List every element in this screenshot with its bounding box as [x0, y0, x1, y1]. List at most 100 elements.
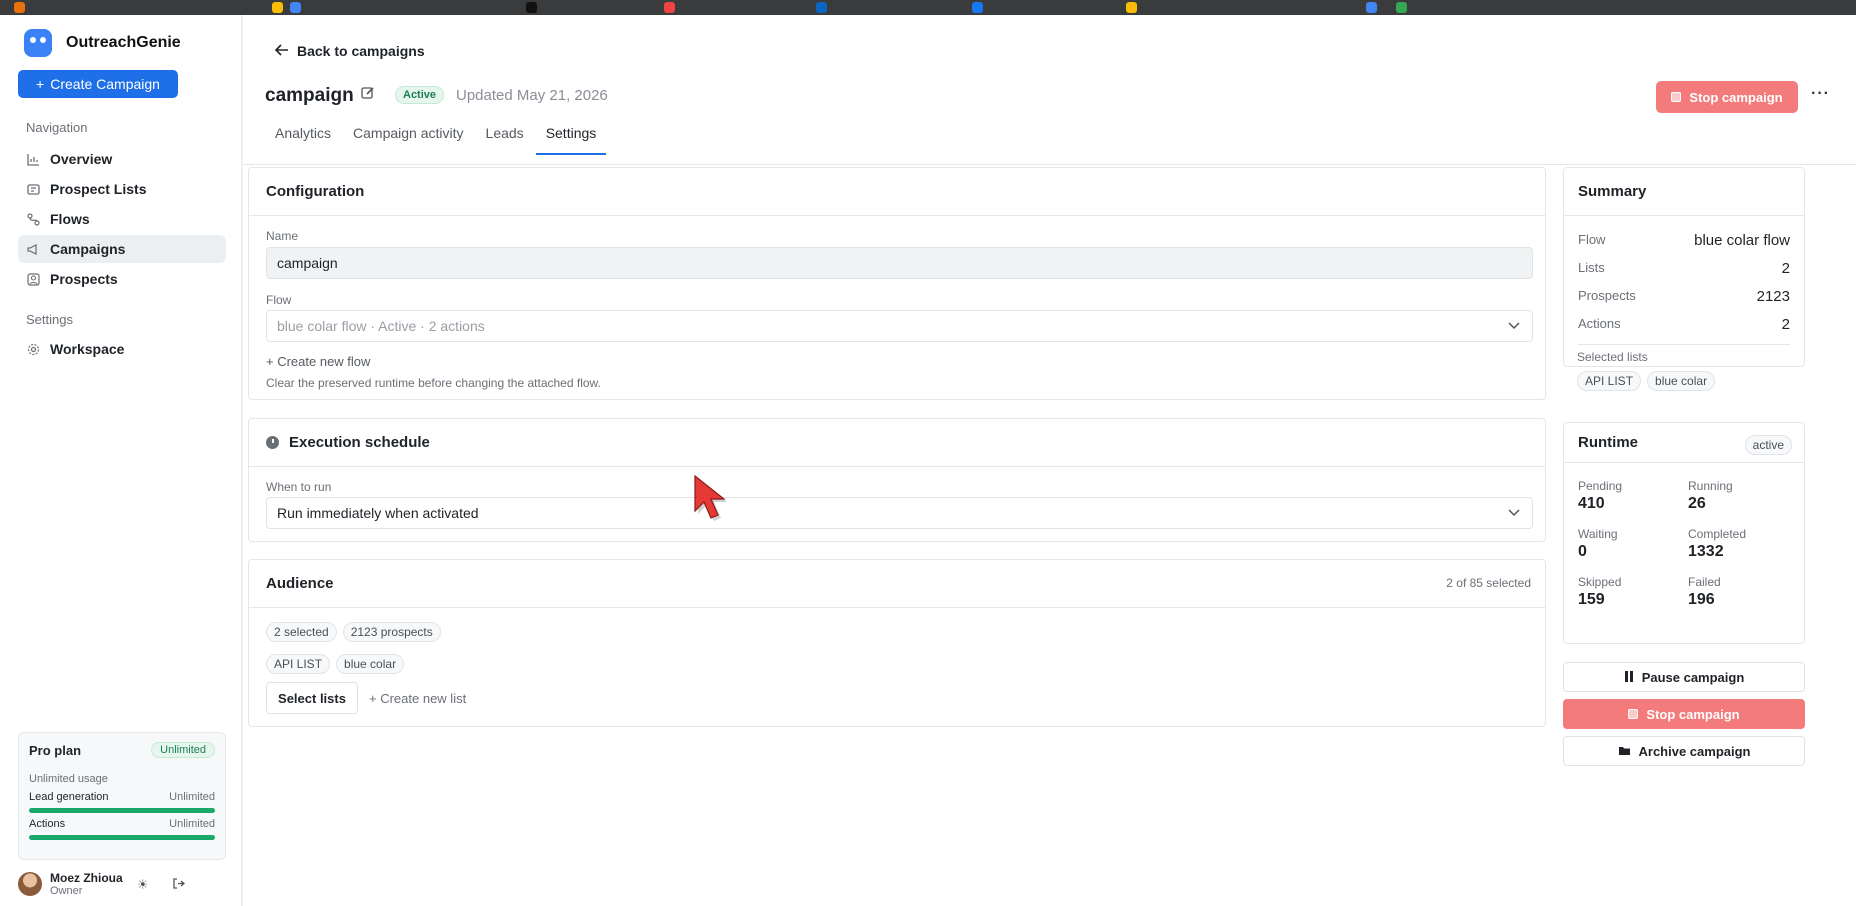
summary-value: blue colar flow — [1694, 232, 1790, 249]
brand[interactable]: OutreachGenie — [24, 29, 181, 57]
more-options-icon[interactable]: ··· — [1811, 85, 1830, 103]
brand-name: OutreachGenie — [66, 34, 181, 51]
plan-row-label: Lead generation — [29, 791, 109, 803]
chevron-down-icon — [1508, 506, 1520, 520]
lead-generation-fill — [29, 808, 215, 813]
edit-icon[interactable] — [361, 86, 375, 103]
audience-card: Audience 2 of 85 selected 2 selected 212… — [248, 559, 1546, 727]
plan-row-actions: Actions Unlimited — [29, 818, 215, 830]
list-chip: blue colar — [1647, 371, 1716, 391]
stop-icon — [1628, 709, 1639, 719]
execution-schedule-title: Execution schedule — [289, 434, 430, 451]
actions-bar — [29, 835, 215, 840]
sidebar-item-label: Prospects — [50, 271, 118, 287]
plan-row-label: Actions — [29, 818, 66, 830]
back-to-campaigns-link[interactable]: Back to campaigns — [274, 43, 425, 59]
archive-campaign-button[interactable]: Archive campaign — [1563, 736, 1805, 766]
sidebar-item-label: Overview — [50, 151, 113, 167]
bookmark-icon[interactable] — [290, 2, 301, 13]
bookmark-icon[interactable] — [664, 2, 675, 13]
nav-heading: Navigation — [26, 120, 88, 135]
tabs-divider — [243, 164, 1856, 165]
back-label: Back to campaigns — [297, 43, 425, 59]
sidebar-item-workspace[interactable]: Workspace — [18, 335, 226, 363]
tab-campaign-activity[interactable]: Campaign activity — [343, 125, 474, 155]
list-chip: API LIST — [1577, 371, 1642, 391]
tab-leads[interactable]: Leads — [476, 125, 534, 155]
when-to-run-select[interactable]: Run immediately when activated — [266, 497, 1533, 529]
sidebar-item-prospects[interactable]: Prospects — [18, 265, 226, 293]
runtime-stat-pending: Pending 410 — [1578, 479, 1622, 513]
bookmark-icon[interactable] — [816, 2, 827, 13]
selected-lists-label: Selected lists — [1577, 350, 1648, 364]
runtime-stat-running: Running 26 — [1688, 479, 1733, 513]
flow-hint: Clear the preserved runtime before chang… — [266, 376, 601, 390]
lead-generation-bar — [29, 808, 215, 813]
sidebar-item-campaigns[interactable]: Campaigns — [18, 235, 226, 263]
summary-title: Summary — [1564, 168, 1804, 216]
chevron-down-icon — [1508, 319, 1520, 333]
sidebar-item-prospect-lists[interactable]: Prospect Lists — [18, 175, 226, 203]
summary-value: 2 — [1781, 316, 1790, 333]
stop-campaign-button[interactable]: Stop campaign — [1656, 81, 1798, 113]
summary-label: Actions — [1578, 316, 1621, 331]
logout-icon[interactable] — [172, 877, 186, 893]
folder-icon — [1618, 744, 1631, 759]
user-name: Moez Zhioua — [50, 871, 123, 885]
runtime-stat-waiting: Waiting 0 — [1578, 527, 1618, 561]
execution-schedule-header: Execution schedule — [249, 419, 1545, 467]
theme-toggle-icon[interactable]: ☀ — [137, 877, 149, 893]
flow-select[interactable]: blue colar flow · Active · 2 actions — [266, 310, 1533, 342]
summary-row-actions: Actions 2 — [1578, 316, 1790, 333]
genie-logo-icon — [24, 29, 52, 57]
stop-campaign-label: Stop campaign — [1689, 89, 1783, 105]
create-flow-label: Create new flow — [277, 354, 371, 369]
summary-row-lists: Lists 2 — [1578, 260, 1790, 277]
list-chip: blue colar — [336, 654, 405, 674]
plan-badge: Unlimited — [151, 742, 215, 758]
runtime-stat-completed: Completed 1332 — [1688, 527, 1746, 561]
bookmark-icon[interactable] — [1396, 2, 1407, 13]
bookmark-icon[interactable] — [972, 2, 983, 13]
avatar — [18, 872, 42, 896]
stop-icon — [1671, 92, 1682, 102]
page-title: campaign — [265, 85, 354, 106]
select-lists-button[interactable]: Select lists — [266, 682, 358, 714]
runtime-stat-skipped: Skipped 159 — [1578, 575, 1621, 609]
summary-value: 2 — [1781, 260, 1790, 277]
pause-campaign-button[interactable]: Pause campaign — [1563, 662, 1805, 692]
user-profile[interactable]: Moez Zhioua Owner — [18, 871, 123, 897]
gear-icon — [26, 342, 40, 356]
name-input[interactable]: campaign — [266, 247, 1533, 279]
runtime-card: Runtime active Pending 410 Running 26 Wa… — [1563, 422, 1805, 644]
summary-value: 2123 — [1756, 288, 1790, 305]
audience-list-chips: API LIST blue colar — [266, 654, 405, 674]
configuration-title: Configuration — [249, 168, 1545, 216]
stop-campaign-side-button[interactable]: Stop campaign — [1563, 699, 1805, 729]
sidebar-item-label: Workspace — [50, 341, 125, 357]
bookmark-icon[interactable] — [14, 2, 25, 13]
bookmark-icon[interactable] — [1366, 2, 1377, 13]
when-to-run-value: Run immediately when activated — [277, 505, 479, 521]
bookmark-icon[interactable] — [526, 2, 537, 13]
create-new-flow-link[interactable]: + Create new flow — [266, 354, 370, 369]
plan-row-lead-generation: Lead generation Unlimited — [29, 791, 215, 803]
stat-value: 0 — [1578, 543, 1587, 560]
create-campaign-button[interactable]: + Create Campaign — [18, 70, 178, 98]
selected-chip: 2 selected — [266, 622, 337, 642]
bookmark-icon[interactable] — [1126, 2, 1137, 13]
create-list-label: Create new list — [380, 691, 467, 706]
stop-label: Stop campaign — [1646, 706, 1740, 722]
create-new-list-link[interactable]: + Create new list — [369, 691, 466, 706]
sidebar-item-overview[interactable]: Overview — [18, 145, 226, 173]
mouse-cursor-icon — [691, 473, 731, 524]
sidebar-item-flows[interactable]: Flows — [18, 205, 226, 233]
stat-label: Failed — [1688, 575, 1721, 589]
plan-row-value: Unlimited — [169, 818, 215, 830]
tab-analytics[interactable]: Analytics — [265, 125, 341, 155]
stat-label: Skipped — [1578, 575, 1622, 589]
bookmark-icon[interactable] — [272, 2, 283, 13]
name-value: campaign — [277, 255, 338, 271]
tab-settings[interactable]: Settings — [535, 125, 607, 155]
user-role: Owner — [50, 885, 83, 897]
